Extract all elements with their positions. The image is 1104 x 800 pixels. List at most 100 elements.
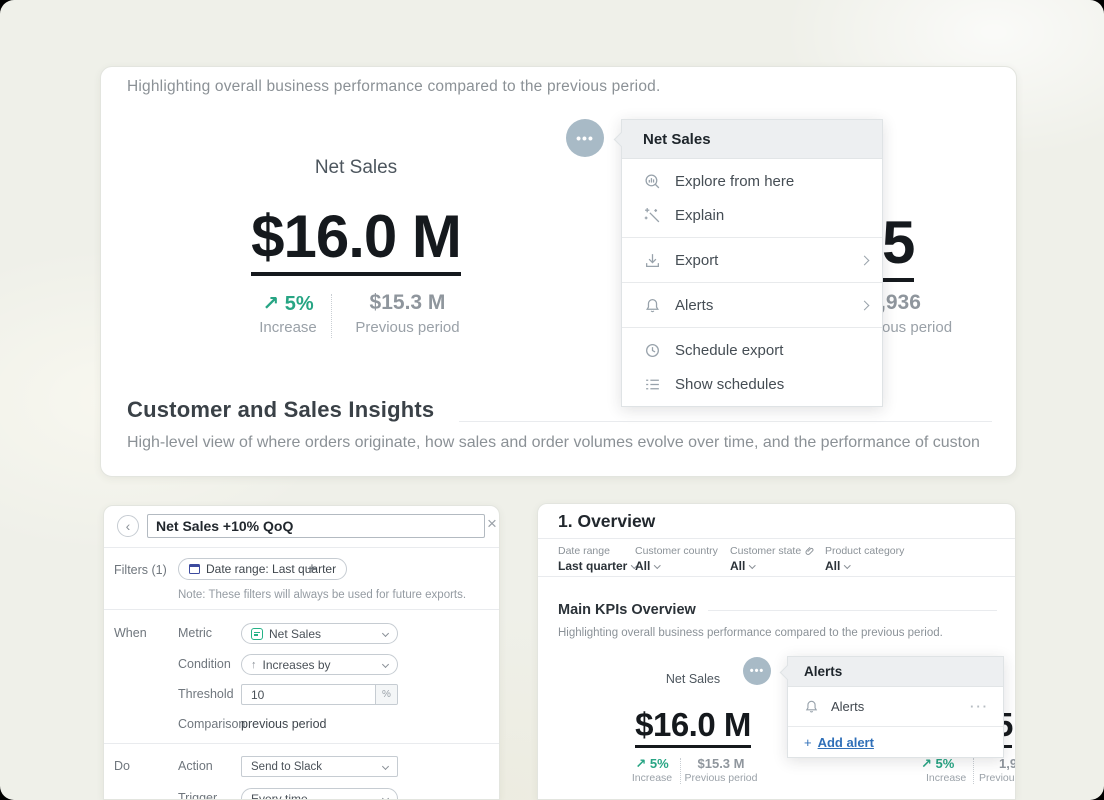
kpi-value[interactable]: $16.0 M <box>635 708 751 748</box>
condition-label: Condition <box>178 657 231 671</box>
menu-item-explore-from-here[interactable]: Explore from here <box>622 164 882 198</box>
widget-section-title: Main KPIs Overview <box>558 602 696 618</box>
alerts-popup: Alerts Alerts ··· + Add alert <box>787 656 1004 758</box>
menu-item-explain[interactable]: Explain <box>622 198 882 232</box>
chevron-down-icon <box>749 562 755 568</box>
chevron-down-icon <box>844 562 850 568</box>
kpi2-previous-label-partial: Previous period <box>979 772 1016 784</box>
kpi-value[interactable]: $16.0 M <box>251 207 461 276</box>
kpi-more-options-button[interactable]: ••• <box>566 119 604 157</box>
kpi-title: Net Sales <box>643 672 743 686</box>
when-label: When <box>114 626 147 640</box>
kpi-delta-label: Increase <box>238 319 338 336</box>
alerts-popup-header: Alerts <box>788 657 1003 687</box>
comparison-value: previous period <box>241 717 326 731</box>
kpi2-previous-label-partial: ous period <box>882 319 952 336</box>
section-description: High-level view of where orders originat… <box>127 434 1018 452</box>
submenu-chevron-icon <box>860 300 870 310</box>
dashboard-title: 1. Overview <box>558 511 655 532</box>
date-range-filter-chip[interactable]: Date range: Last quarter <box>178 558 347 580</box>
kpi-previous-value: $15.3 M <box>355 291 460 315</box>
menu-item-alerts[interactable]: Alerts <box>622 288 882 322</box>
threshold-label: Threshold <box>178 687 234 701</box>
export-download-icon <box>643 251 661 269</box>
metric-select[interactable]: Net Sales <box>241 623 398 644</box>
widget-section-divider <box>708 610 997 611</box>
title-divider <box>538 538 1016 539</box>
explore-icon <box>643 172 661 190</box>
filters-note: Note: These filters will always be used … <box>178 589 466 601</box>
chevron-down-icon <box>654 562 660 568</box>
do-label: Do <box>114 759 130 773</box>
more-options-icon[interactable]: ··· <box>970 699 989 714</box>
add-alert-link[interactable]: Add alert <box>818 735 874 750</box>
kpi-divider <box>973 758 974 784</box>
filter-customer-country[interactable]: Customer country All <box>635 545 718 573</box>
chevron-down-icon <box>382 630 389 637</box>
kpi2-delta-label-partial: Increase <box>926 772 966 784</box>
section-divider <box>459 421 992 422</box>
kpi-context-menu: Net Sales Explore from here Explain <box>621 119 883 407</box>
alerts-popup-item[interactable]: Alerts ··· <box>788 687 1003 726</box>
metric-icon <box>251 628 263 640</box>
kpi-title: Net Sales <box>256 157 456 179</box>
submenu-chevron-icon <box>860 255 870 265</box>
kpi-delta: ↗ 5% <box>238 291 338 316</box>
filter-customer-state[interactable]: Customer state All <box>730 545 815 573</box>
condition-select[interactable]: ↑ Increases by <box>241 654 398 675</box>
trend-up-icon: ↗ <box>262 293 279 315</box>
chevron-left-icon: ‹ <box>126 519 131 533</box>
alerts-bell-icon <box>643 296 661 314</box>
dashboard-screen: Highlighting overall business performanc… <box>0 0 1104 800</box>
filter-product-category[interactable]: Product category All <box>825 545 904 573</box>
main-kpis-card: Highlighting overall business performanc… <box>100 66 1017 477</box>
metric-label: Metric <box>178 626 212 640</box>
action-select[interactable]: Send to Slack <box>241 756 398 777</box>
threshold-input[interactable]: 10 % <box>241 684 398 705</box>
trend-up-icon: ↗ <box>921 756 932 771</box>
menu-item-export[interactable]: Export <box>622 243 882 277</box>
trigger-select[interactable]: Every time <box>241 788 398 800</box>
filter-date-range[interactable]: Date range Last quarter <box>558 545 637 573</box>
arrow-up-icon: ↑ <box>251 659 257 671</box>
show-schedules-list-icon <box>643 375 661 393</box>
more-options-icon: ••• <box>576 131 594 145</box>
add-alert-row: + Add alert <box>788 727 1003 757</box>
plus-icon: + <box>804 735 812 750</box>
alert-editor-panel: ‹ × Filters (1) Date range: Last quarter… <box>103 505 500 800</box>
menu-item-schedule-export[interactable]: Schedule export <box>622 333 882 367</box>
kpi2-previous-partial: 1,936 <box>999 756 1016 771</box>
kpi-previous-label: Previous period <box>355 319 460 336</box>
menu-item-show-schedules[interactable]: Show schedules <box>622 367 882 401</box>
filterbar-divider <box>538 576 1016 577</box>
chevron-down-icon <box>382 661 389 668</box>
overview-dashboard-panel: 1. Overview Date range Last quarter Cust… <box>537 503 1016 800</box>
schedule-clock-icon <box>643 341 661 359</box>
more-options-icon: ••• <box>750 666 765 677</box>
section-title: Customer and Sales Insights <box>127 397 434 423</box>
action-label: Action <box>178 759 213 773</box>
kpi-previous-label: Previous period <box>681 772 761 784</box>
header-divider <box>104 547 500 548</box>
trigger-label: Trigger <box>178 791 217 800</box>
calendar-icon <box>189 564 200 574</box>
kpi2-delta-partial: ↗ 5% <box>921 756 954 772</box>
close-icon[interactable]: × <box>487 515 497 532</box>
back-button[interactable]: ‹ <box>117 515 139 537</box>
kpi-value-wrap: $16.0 M <box>623 708 763 748</box>
add-filter-button[interactable]: + <box>307 560 317 577</box>
chevron-down-icon <box>382 795 389 800</box>
section-divider <box>104 743 500 744</box>
kpi-divider <box>331 294 332 338</box>
comparison-label: Comparison <box>178 717 245 731</box>
chevron-down-icon <box>382 763 389 770</box>
kpi-section-description: Highlighting overall business performanc… <box>127 78 660 96</box>
kpi-more-options-button[interactable]: ••• <box>743 657 771 685</box>
filters-label: Filters (1) <box>114 563 167 577</box>
kpi-value-wrap: $16.0 M <box>231 207 481 276</box>
paperclip-icon <box>805 546 815 556</box>
widget-section-description: Highlighting overall business performanc… <box>558 627 943 639</box>
explain-wand-icon <box>643 206 661 224</box>
menu-header: Net Sales <box>622 120 882 159</box>
alert-name-input[interactable] <box>147 514 485 538</box>
